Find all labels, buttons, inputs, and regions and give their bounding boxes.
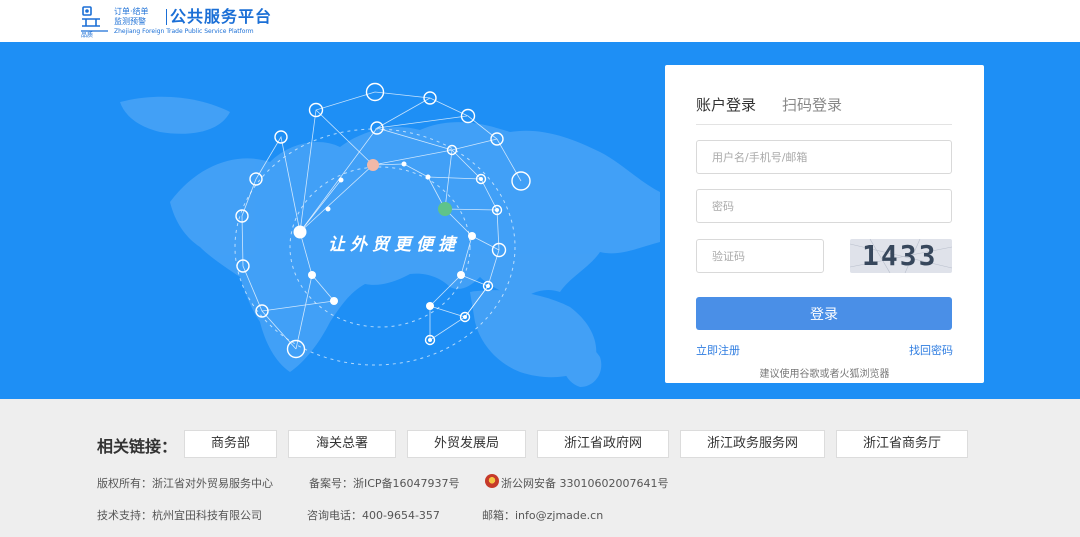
banner-slogan: 让外贸更便捷	[328, 235, 460, 255]
logo-subtitle: Zhejiang Foreign Trade Public Service Pl…	[114, 28, 254, 35]
email-text: 邮箱：info@zjmade.cn	[482, 509, 604, 522]
logo-mark-icon: 品质	[81, 6, 108, 38]
link-zj-service[interactable]: 浙江政务服务网	[680, 430, 825, 458]
password-input[interactable]	[696, 189, 952, 223]
highlight-node-beijing	[367, 159, 379, 171]
footer: 相关链接： 商务部 海关总署 外贸发展局 浙江省政府网 浙江政务服务网 浙江省商…	[0, 399, 1080, 537]
captcha-input[interactable]	[696, 239, 824, 273]
copyright-text: 版权所有：浙江省对外贸易服务中心	[97, 477, 273, 490]
login-button[interactable]: 登录	[696, 297, 952, 330]
link-trade-bureau[interactable]: 外贸发展局	[407, 430, 526, 458]
link-zj-gov[interactable]: 浙江省政府网	[537, 430, 669, 458]
username-input[interactable]	[696, 140, 952, 174]
tech-support-text: 技术支持：杭州宜田科技有限公司	[97, 509, 262, 522]
logo-divider	[166, 9, 167, 25]
icp-record[interactable]: 备案号：浙ICP备16047937号	[309, 475, 460, 491]
browser-tip: 建议使用谷歌或者火狐浏览器	[759, 369, 890, 380]
tab-qr-login[interactable]: 扫码登录	[782, 95, 842, 115]
captcha-image[interactable]: 1433	[850, 239, 952, 273]
related-links-title: 相关链接：	[97, 437, 178, 456]
link-zj-commerce[interactable]: 浙江省商务厅	[836, 430, 968, 458]
register-link[interactable]: 立即注册	[696, 342, 740, 358]
police-record[interactable]: 浙公网安备 33010602007641号	[501, 475, 668, 491]
police-badge-icon	[485, 474, 499, 488]
hotline-text: 咨询电话：400-9654-357	[307, 509, 440, 522]
header: 品质 订单·结单 监测预警 公共服务平台 Zhejiang Foreign Tr…	[0, 0, 1080, 42]
link-customs[interactable]: 海关总署	[288, 430, 396, 458]
find-password-link[interactable]: 找回密码	[909, 342, 953, 358]
tab-account-login[interactable]: 账户登录	[696, 95, 756, 115]
logo-small-text: 订单·结单 监测预警	[114, 7, 149, 26]
highlight-node-asia	[438, 202, 452, 216]
svg-text:品质: 品质	[81, 31, 93, 38]
site-logo[interactable]: 品质 订单·结单 监测预警 公共服务平台 Zhejiang Foreign Tr…	[80, 4, 280, 38]
captcha-text: 1433	[862, 239, 938, 272]
login-card: 账户登录 扫码登录 1433 登录 立即注册 找回密码 建议使用谷歌或者火狐浏览…	[665, 65, 984, 383]
login-tabs: 账户登录 扫码登录	[696, 95, 952, 125]
link-mofcom[interactable]: 商务部	[184, 430, 277, 458]
logo-title: 公共服务平台	[170, 7, 273, 26]
